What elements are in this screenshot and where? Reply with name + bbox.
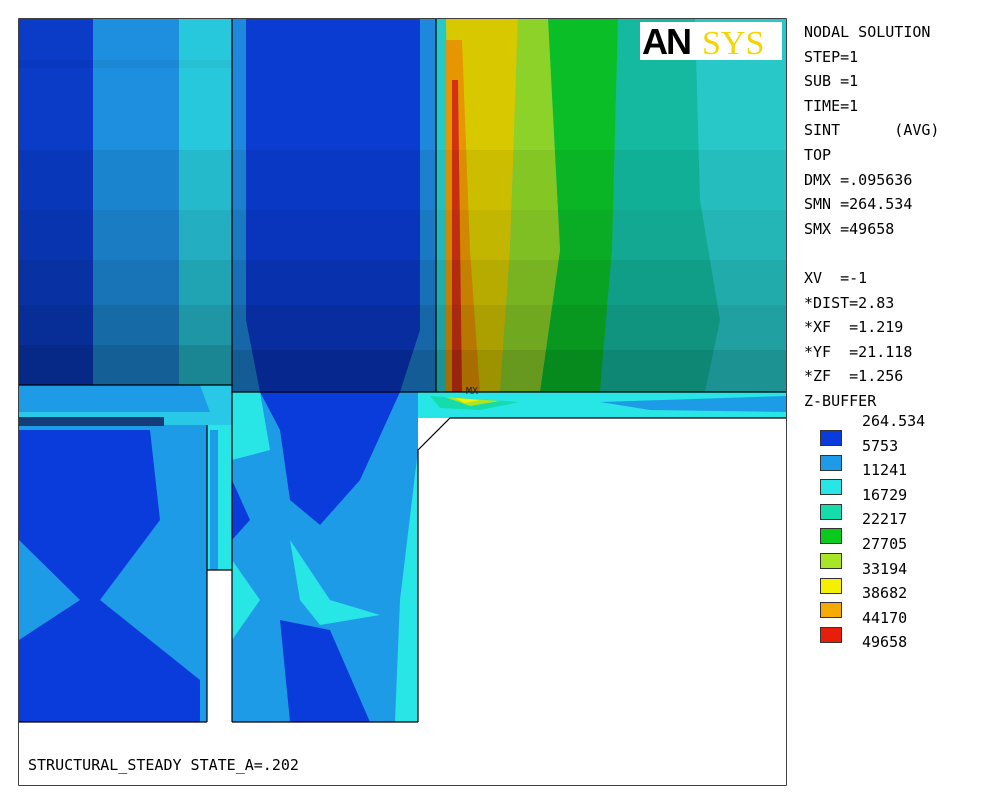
info-line: SMN =264.534 [804,195,913,214]
legend-swatch [820,528,842,545]
ansys-logo: AN SYS [640,21,782,62]
info-line: *ZF =1.256 [804,367,904,386]
legend-value: 33194 [862,559,908,578]
info-line: SUB =1 [804,72,859,91]
max-marker-label: MX [466,386,479,397]
info-line: *XF =1.219 [804,318,904,337]
info-line: Z-BUFFER [804,391,877,410]
logo-text-sys: SYS [702,25,764,60]
middle-upper-block [232,19,436,392]
legend-value: 16729 [862,485,908,504]
legend-swatch [820,503,842,520]
info-line [804,241,939,266]
right-upper-block [436,19,786,392]
legend-value: 44170 [862,608,908,627]
legend-swatch [820,454,842,471]
info-line: SMX =49658 [804,219,895,238]
info-line: XV =-1 [804,268,868,287]
info-line: TIME=1 [804,96,859,115]
lower-middle-region [232,392,418,722]
info-line: NODAL SOLUTION [804,23,931,41]
legend-swatch [820,577,842,594]
plot-caption: STRUCTURAL_STEADY STATE_A=.202 [28,756,299,774]
legend-value: 49658 [862,633,908,652]
info-line: DMX =.095636 [804,170,913,189]
legend-swatch [820,430,842,446]
info-line: STEP=1 [804,47,859,66]
legend-swatch [820,553,842,569]
info-line: *YF =21.118 [804,342,913,361]
info-line: *DIST=2.83 [804,293,895,312]
left-upper-block [19,19,232,385]
lower-left-region [19,385,232,722]
logo-text-an: AN [642,22,690,60]
solution-info-panel: NODAL SOLUTION STEP=1 SUB =1 TIME=1 SINT (AV… [804,20,939,414]
legend-swatch [820,479,842,496]
legend-value: 5753 [862,436,899,455]
legend-value: 264.534 [862,412,926,430]
legend-value: 27705 [862,535,908,553]
legend-value: 22217 [862,510,908,529]
legend-value: 11241 [862,461,908,480]
info-line: SINT (AVG) [804,121,940,140]
legend-swatch [820,626,842,643]
info-line: TOP [804,145,832,164]
legend-value: 38682 [862,584,908,603]
legend-swatch [820,602,842,619]
